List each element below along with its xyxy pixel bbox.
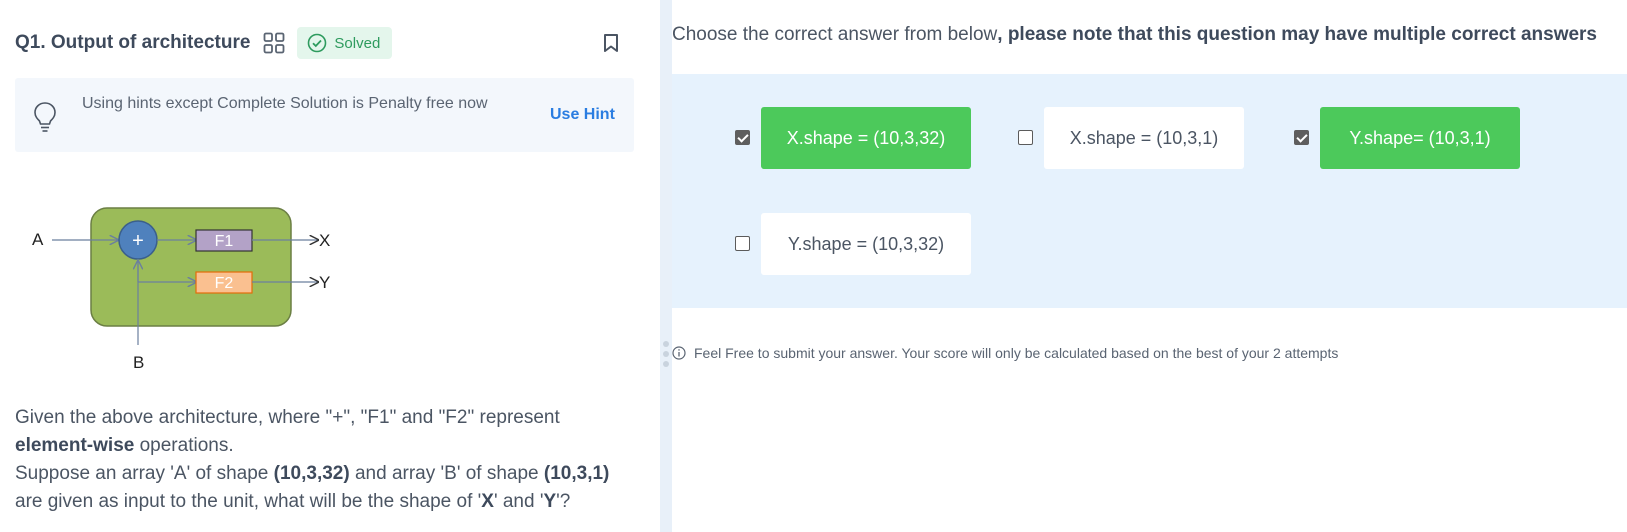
pane-divider[interactable]: [660, 0, 672, 532]
input-b-label: B: [133, 353, 144, 372]
option-card[interactable]: Y.shape= (10,3,1): [1320, 107, 1520, 169]
input-a-label: A: [32, 230, 44, 249]
answer-pane: Choose the correct answer from below, pl…: [672, 0, 1627, 532]
question-header: Q1. Output of architecture Solved: [15, 26, 393, 60]
f2-label: F2: [215, 275, 234, 292]
info-icon: [672, 346, 686, 360]
question-title: Q1. Output of architecture: [15, 32, 251, 53]
drag-handle-icon[interactable]: [663, 341, 669, 367]
check-circle-icon: [308, 33, 327, 53]
output-y-label: Y: [319, 273, 330, 292]
option-checkbox[interactable]: [1294, 130, 1309, 145]
use-hint-button[interactable]: Use Hint: [550, 106, 615, 124]
option-y-shape-10-3-32[interactable]: Y.shape = (10,3,32): [735, 213, 975, 275]
option-y-shape-10-3-1[interactable]: Y.shape= (10,3,1): [1294, 107, 1524, 169]
architecture-diagram: A + F1 X F2 Y B: [32, 207, 330, 372]
answer-instruction: Choose the correct answer from below, pl…: [672, 24, 1597, 45]
hint-text: Using hints except Complete Solution is …: [82, 95, 488, 112]
plus-label: +: [132, 230, 144, 252]
status-badge: Solved: [297, 27, 393, 59]
option-checkbox[interactable]: [735, 130, 750, 145]
status-label: Solved: [334, 34, 381, 52]
question-pane: Q1. Output of architecture Solved Using …: [0, 0, 660, 532]
block-container: [90, 207, 292, 327]
option-card[interactable]: X.shape = (10,3,1): [1044, 107, 1244, 169]
options-panel: X.shape = (10,3,32) X.shape = (10,3,1) Y…: [672, 74, 1627, 308]
option-x-shape-10-3-32[interactable]: X.shape = (10,3,32): [735, 107, 975, 169]
f1-label: F1: [215, 233, 234, 250]
question-text: Given the above architecture, where "+",…: [15, 407, 610, 512]
bookmark-icon[interactable]: [602, 33, 620, 53]
option-checkbox[interactable]: [1018, 130, 1033, 145]
grid-icon[interactable]: [263, 32, 285, 54]
option-card[interactable]: X.shape = (10,3,32): [761, 107, 971, 169]
hint-box: Using hints except Complete Solution is …: [15, 78, 634, 152]
output-x-label: X: [319, 231, 330, 250]
option-checkbox[interactable]: [735, 236, 750, 251]
option-x-shape-10-3-1[interactable]: X.shape = (10,3,1): [1018, 107, 1258, 169]
attempts-note: Feel Free to submit your answer. Your sc…: [672, 345, 1338, 361]
option-card[interactable]: Y.shape = (10,3,32): [761, 213, 971, 275]
lightbulb-icon: [33, 101, 57, 133]
